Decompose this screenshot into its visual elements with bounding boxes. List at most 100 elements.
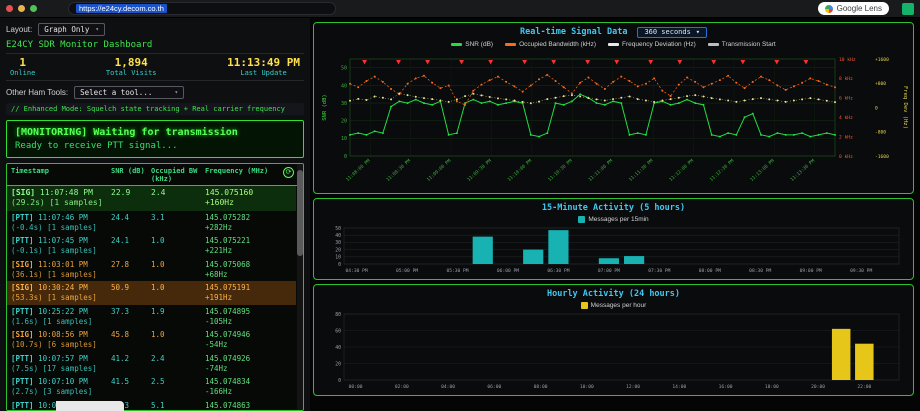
legend-item[interactable]: Messages per 15min bbox=[578, 216, 648, 223]
legend-item[interactable]: SNR (dB) bbox=[451, 41, 493, 48]
header-occupied-bw: Occupied BW (kHz) bbox=[151, 167, 205, 183]
cell-snr: 37.3 bbox=[111, 307, 151, 327]
window-maximize-icon[interactable] bbox=[30, 5, 37, 12]
frequency-value: 145.075191 bbox=[205, 283, 292, 293]
svg-text:12:00: 12:00 bbox=[626, 384, 640, 390]
signal-tag: [PTT] bbox=[11, 213, 34, 222]
cell-snr: 24.4 bbox=[111, 213, 151, 233]
legend-item[interactable]: Frequency Deviation (Hz) bbox=[608, 41, 696, 48]
svg-text:SNR (dB): SNR (dB) bbox=[322, 94, 328, 121]
cell-snr: 24.1 bbox=[111, 236, 151, 256]
layout-select[interactable]: Graph Only ▾ bbox=[38, 23, 105, 36]
svg-text:22:00: 22:00 bbox=[857, 384, 871, 390]
legend-label: Transmission Start bbox=[722, 41, 776, 48]
table-row[interactable]: [PTT] 10:07:57 PM(7.5s) [17 samples] 41.… bbox=[7, 352, 296, 376]
window-minimize-icon[interactable] bbox=[18, 5, 25, 12]
table-scrollbar[interactable] bbox=[297, 164, 303, 410]
frequency-value: 145.074863 bbox=[205, 401, 292, 411]
cell-frequency: 145.074946-54Hz bbox=[205, 330, 292, 350]
cell-frequency: 145.075068+68Hz bbox=[205, 260, 292, 280]
cell-frequency: 145.075191+191Hz bbox=[205, 283, 292, 303]
frequency-offset: +221Hz bbox=[205, 246, 292, 256]
svg-text:11:10:30 PM: 11:10:30 PM bbox=[547, 158, 574, 183]
signal-duration: (-0.4s) [1 samples] bbox=[11, 223, 111, 233]
table-row[interactable]: [SIG] 11:07:48 PM(29.2s) [1 samples] 22.… bbox=[7, 186, 296, 211]
time-range-value: 360 seconds bbox=[644, 28, 690, 36]
signal-time: 10:08:56 PM bbox=[34, 330, 88, 339]
signal-time: 11:03:01 PM bbox=[34, 260, 88, 269]
extension-icon[interactable] bbox=[902, 3, 914, 15]
fifteen-min-activity-chart: 0102030405004:30 PM05:00 PM05:30 PM06:00… bbox=[318, 224, 909, 276]
cell-timestamp: [PTT] 11:07:45 PM(-0.1s) [1 samples] bbox=[11, 236, 111, 256]
cell-timestamp: [PTT] 10:25:22 PM(1.6s) [1 samples] bbox=[11, 307, 111, 327]
left-panel: Layout: Graph Only ▾ E24CY SDR Monitor D… bbox=[0, 18, 310, 411]
svg-text:08:00: 08:00 bbox=[534, 384, 548, 390]
signal-duration: (10.7s) [6 samples] bbox=[11, 340, 111, 350]
table-row[interactable]: [SIG] 10:30:24 PM(53.3s) [1 samples] 50.… bbox=[7, 281, 296, 305]
monitoring-status-line2: Ready to receive PTT signal... bbox=[15, 141, 295, 151]
signal-tag: [SIG] bbox=[11, 260, 34, 269]
table-row[interactable]: [SIG] 11:03:01 PM(36.1s) [1 samples] 27.… bbox=[7, 258, 296, 282]
svg-text:40: 40 bbox=[341, 83, 347, 89]
svg-text:20: 20 bbox=[335, 247, 341, 253]
svg-text:30: 30 bbox=[341, 101, 347, 107]
scrollbar-thumb[interactable] bbox=[297, 170, 303, 256]
cell-bw: 1.0 bbox=[151, 330, 205, 350]
stat-last-update-label: Last Update bbox=[227, 69, 300, 77]
svg-text:00:00: 00:00 bbox=[349, 384, 363, 390]
realtime-chart-title: Real-time Signal Data bbox=[520, 27, 627, 37]
table-row[interactable]: [PTT] 10:07:10 PM(2.7s) [3 samples] 41.5… bbox=[7, 375, 296, 399]
signal-tag: [SIG] bbox=[11, 188, 35, 197]
signal-tag: [SIG] bbox=[11, 330, 34, 339]
url-text: https://e24cy.decom.co.th bbox=[76, 4, 167, 13]
legend-item[interactable]: Transmission Start bbox=[708, 41, 776, 48]
legend-label: Messages per 15min bbox=[588, 216, 648, 223]
table-header: Timestamp SNR (dB) Occupied BW (kHz) Fre… bbox=[7, 164, 303, 186]
tools-select[interactable]: Select a tool... ▾ bbox=[74, 86, 184, 99]
table-row[interactable]: [PTT] 11:07:46 PM(-0.4s) [1 samples] 24.… bbox=[7, 211, 296, 235]
legend-swatch bbox=[708, 43, 719, 46]
cell-timestamp: [PTT] 10:07:10 PM(2.7s) [3 samples] bbox=[11, 377, 111, 397]
svg-text:40: 40 bbox=[335, 233, 341, 239]
cell-bw: 2.5 bbox=[151, 377, 205, 397]
address-bar[interactable]: https://e24cy.decom.co.th bbox=[68, 2, 336, 15]
fifteen-min-chart-legend: Messages per 15min bbox=[318, 214, 909, 224]
realtime-chart-legend: SNR (dB) Occupied Bandwidth (kHz) Frequenc… bbox=[318, 39, 909, 50]
frequency-offset: +68Hz bbox=[205, 270, 292, 280]
google-lens-button[interactable]: Google Lens bbox=[818, 2, 889, 15]
table-row[interactable]: [PTT] 10:06:45 PM(5.6s) [1 samples] 45.3… bbox=[7, 399, 296, 411]
window-close-icon[interactable] bbox=[6, 5, 13, 12]
tools-label: Other Ham Tools: bbox=[6, 88, 68, 97]
legend-item[interactable]: Messages per hour bbox=[581, 302, 647, 309]
cell-snr: 45.8 bbox=[111, 330, 151, 350]
realtime-signal-chart: 0102030405011:08:00 PM11:08:30 PM11:09:0… bbox=[318, 50, 909, 190]
google-lens-label: Google Lens bbox=[837, 4, 882, 13]
time-range-select[interactable]: 360 seconds ▾ bbox=[637, 27, 707, 38]
page-title: E24CY SDR Monitor Dashboard bbox=[6, 40, 304, 50]
cell-bw: 1.0 bbox=[151, 236, 205, 256]
cell-timestamp: [SIG] 11:03:01 PM(36.1s) [1 samples] bbox=[11, 260, 111, 280]
svg-text:30: 30 bbox=[335, 240, 341, 246]
google-lens-icon bbox=[825, 5, 833, 13]
table-row[interactable]: [SIG] 10:08:56 PM(10.7s) [6 samples] 45.… bbox=[7, 328, 296, 352]
fifteen-min-chart-title: 15-Minute Activity (5 hours) bbox=[542, 203, 685, 213]
svg-text:08:00 PM: 08:00 PM bbox=[699, 268, 721, 274]
svg-text:05:00 PM: 05:00 PM bbox=[396, 268, 418, 274]
frequency-value: 145.074926 bbox=[205, 354, 292, 364]
cell-timestamp: [PTT] 10:07:57 PM(7.5s) [17 samples] bbox=[11, 354, 111, 374]
signal-time: 10:07:57 PM bbox=[34, 354, 88, 363]
svg-text:6 kHz: 6 kHz bbox=[839, 96, 853, 102]
svg-text:0: 0 bbox=[344, 154, 347, 160]
table-row[interactable]: [PTT] 11:07:45 PM(-0.1s) [1 samples] 24.… bbox=[7, 234, 296, 258]
signal-time: 10:25:22 PM bbox=[34, 307, 88, 316]
chevron-down-icon: ▾ bbox=[95, 26, 99, 33]
signal-duration: (53.3s) [1 samples] bbox=[11, 293, 111, 303]
legend-item[interactable]: Occupied Bandwidth (kHz) bbox=[505, 41, 596, 48]
legend-label: SNR (dB) bbox=[465, 41, 493, 48]
svg-text:Freq Dev (Hz): Freq Dev (Hz) bbox=[902, 86, 908, 129]
svg-text:10: 10 bbox=[335, 255, 341, 261]
table-row[interactable]: [PTT] 10:25:22 PM(1.6s) [1 samples] 37.3… bbox=[7, 305, 296, 329]
charts-column: Real-time Signal Data 360 seconds ▾ SNR … bbox=[310, 18, 920, 411]
svg-text:09:00 PM: 09:00 PM bbox=[800, 268, 822, 274]
fifteen-min-activity-panel: 15-Minute Activity (5 hours) Messages pe… bbox=[313, 198, 914, 280]
